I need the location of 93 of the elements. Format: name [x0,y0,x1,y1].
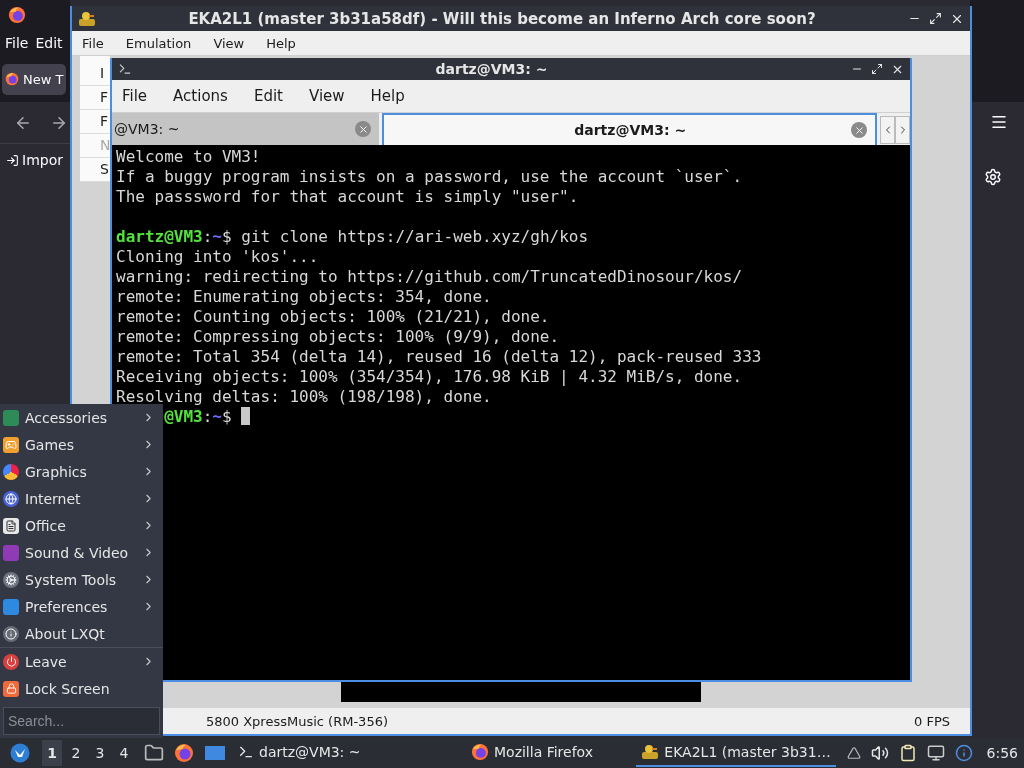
terminal-line: Welcome to VM3! [116,147,261,167]
terminal-icon [238,744,254,760]
terminal-line: Cloning into 'kos'... [116,247,319,267]
device-name: 5800 XpressMusic (RM-356) [206,713,388,729]
maximize-icon[interactable] [929,11,942,26]
menu-item[interactable]: Edit [253,87,283,105]
menu-item[interactable]: Actions [173,87,228,105]
menu-item[interactable]: Help [370,87,405,105]
import-button[interactable]: Impor [6,152,63,168]
document-icon [3,517,19,534]
title-bar [970,0,1024,30]
gamepad-icon [3,436,19,453]
menu-item[interactable]: Graphics [0,458,163,485]
duck-icon [641,744,660,760]
menu-item[interactable]: Internet [0,485,163,512]
prompt-path: ~ [212,407,222,427]
menu-item[interactable]: View [213,35,245,51]
menu-item[interactable]: Accessories [0,404,163,431]
terminal-line: warning: redirecting to https://github.com/TruncatedDinosour/kos/ [116,267,743,287]
menu-item[interactable]: File [82,35,104,51]
gear-icon [3,571,19,588]
task-button[interactable]: Mozilla Firefox [432,739,632,767]
settings-icon[interactable] [984,168,1002,186]
menu-item[interactable]: Sound & Video [0,539,163,566]
menu-item[interactable]: Emulation [125,35,192,51]
firefox-icon [5,72,19,86]
menu-item[interactable]: Leave [0,647,163,675]
prompt-colon: : [202,407,213,427]
clipboard-icon[interactable] [898,744,917,762]
terminal-line: remote: Enumerating objects: 354, done. [116,287,492,307]
window-title: dartz@VM3: ~ [434,61,549,77]
menu-item[interactable]: Edit [35,35,63,51]
bird-icon[interactable] [10,743,30,763]
power-icon [3,653,19,670]
menu-item[interactable]: Preferences [0,593,163,620]
task-button[interactable]: EKA2L1 (master 3b31… [636,739,836,767]
terminal-line: Receiving objects: 100% (354/354), 176.98 KiB | 4.32 MiB/s, done. [116,367,743,387]
terminal-tab[interactable]: @VM3: ~ [112,113,380,145]
graphics-icon [3,463,19,480]
globe-icon [3,490,19,507]
menu-item[interactable]: System Tools [0,566,163,593]
firefox-icon [8,6,26,24]
preferences-icon [3,598,19,615]
menu-item[interactable]: Lock Screen [0,675,163,702]
terminal-line: remote: Counting objects: 100% (21/21), done. [116,307,550,327]
prompt-user: @VM3 [164,407,203,427]
workspace-button[interactable]: 2 [66,740,86,766]
workspace-button[interactable]: 4 [114,740,134,766]
terminal-icon [118,62,132,76]
notification-icon[interactable] [954,744,973,762]
menu-item[interactable]: About LXQt [0,620,163,647]
terminal-tab[interactable]: dartz@VM3: ~ [382,113,878,145]
prompt-symbol: $ [222,227,232,247]
menu-item[interactable]: File [5,35,29,51]
info-icon [3,625,19,642]
desktop-icon[interactable] [204,744,226,762]
eject-icon[interactable] [846,746,861,760]
duck-icon [78,10,96,27]
terminal-line: Resolving deltas: 100% (198/198), done. [116,387,492,407]
menu-item[interactable]: Office [0,512,163,539]
terminal-command: git clone https://ari-web.xyz/gh/kos [240,227,589,247]
media-icon [3,544,19,561]
clock: 6:56 [986,745,1018,761]
menu-item[interactable]: Games [0,431,163,458]
browser-tab[interactable]: New T [2,63,67,95]
prompt-colon: : [202,227,213,247]
firefox-icon [471,743,489,761]
terminal-line: remote: Compressing objects: 100% (9/9), done. [116,327,560,347]
import-icon [6,153,19,167]
terminal-line: remote: Total 354 (delta 14), reused 16 (delta 12), pack-reused 333 [116,347,762,367]
prompt-path: ~ [212,227,222,247]
prompt-user: dartz@VM3 [116,227,203,247]
volume-icon[interactable] [870,744,889,762]
window-title: EKA2L1 (master 3b31a58df) - Will this become an Inferno Arch core soon? [187,9,817,28]
folder-icon[interactable] [144,743,164,763]
menu-item[interactable]: View [308,87,345,105]
task-button[interactable]: dartz@VM3: ~ [238,739,428,767]
menu-item[interactable]: File [122,87,148,105]
terminal-line: If a buggy program insists on a password, use the account `user`. [116,167,743,187]
fps-counter: 0 FPS [914,713,950,729]
maximize-icon[interactable] [871,62,883,76]
prompt-symbol: $ [221,407,232,427]
search-field[interactable]: Search... [3,707,160,735]
terminal-line: The passsword for that account is simply "user". [116,187,579,207]
menu-item[interactable]: Help [266,35,296,51]
lock-icon [3,680,19,697]
menu-icon[interactable] [990,113,1008,131]
workspace-button[interactable]: 1 [42,740,62,766]
tab-bar [970,30,1024,102]
workspace-button[interactable]: 3 [90,740,110,766]
network-icon[interactable] [926,744,945,762]
accessories-icon [3,409,19,426]
firefox-icon[interactable] [174,743,194,763]
